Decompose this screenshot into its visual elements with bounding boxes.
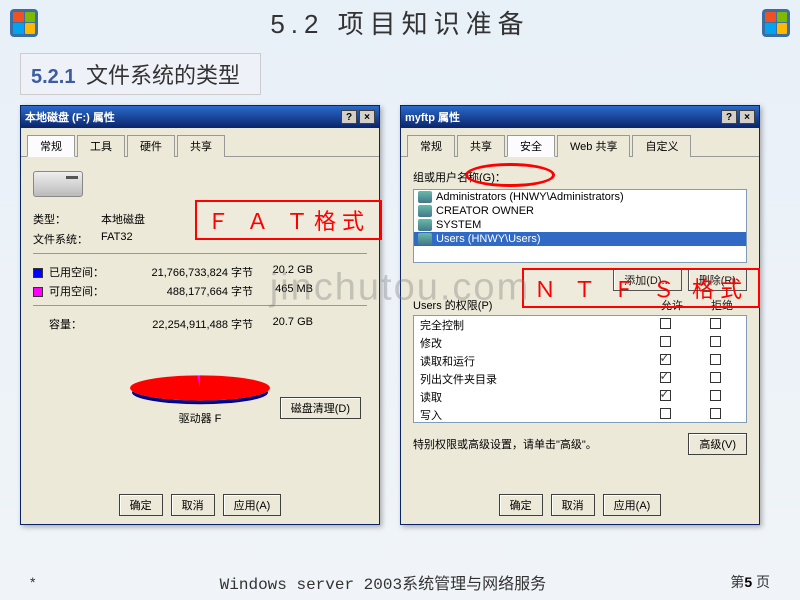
dialog-footer: 确定 取消 应用(A) [21, 494, 379, 516]
list-item: Users (HNWY\Users) [414, 232, 746, 246]
free-bytes: 488,177,664 字节 [113, 283, 253, 299]
perm-row: 列出文件夹目录 [414, 370, 746, 388]
deny-checkbox[interactable] [710, 372, 721, 383]
page-indicator: 第5 页 [730, 572, 770, 592]
capacity-label: 容量： [33, 316, 113, 332]
add-button[interactable]: 添加(D)... [613, 269, 681, 291]
tab-general[interactable]: 常规 [27, 135, 75, 157]
harddisk-icon [33, 171, 83, 197]
allow-checkbox[interactable] [660, 408, 671, 419]
remove-button[interactable]: 删除(R) [688, 269, 747, 291]
tabstrip: 常规 共享 安全 Web 共享 自定义 [401, 128, 759, 157]
cancel-button[interactable]: 取消 [171, 494, 215, 516]
windows-logo-icon [762, 9, 790, 37]
disk-cleanup-button[interactable]: 磁盘清理(D) [280, 397, 361, 419]
perm-row: 读取和运行 [414, 352, 746, 370]
groups-listbox[interactable]: Administrators (HNWY\Administrators) CRE… [413, 189, 747, 263]
group-icon [418, 191, 432, 203]
close-button[interactable]: × [739, 110, 755, 124]
type-value: 本地磁盘 [101, 211, 145, 227]
advanced-text: 特别权限或高级设置，请单击"高级"。 [413, 436, 682, 452]
dialog-body: 类型：本地磁盘 文件系统：FAT32 已用空间： 21,766,733,824 字… [21, 157, 379, 515]
slide-title: 5.2 项目知识准备 [38, 4, 762, 41]
groups-label: 组或用户名称(G)： [413, 169, 747, 185]
allow-checkbox[interactable] [660, 336, 671, 347]
folder-properties-dialog: myftp 属性 ? × 常规 共享 安全 Web 共享 自定义 组或用户名称(… [400, 105, 760, 525]
permissions-list[interactable]: 完全控制 修改 读取和运行 列出文件夹目录 读取 写入 特别的权限 [413, 315, 747, 423]
free-label: 可用空间： [49, 286, 104, 298]
apply-button[interactable]: 应用(A) [223, 494, 282, 516]
used-hr: 20.2 GB [253, 264, 313, 280]
filesystem-label: 文件系统： [33, 231, 101, 247]
used-color-icon [33, 268, 43, 278]
titlebar[interactable]: myftp 属性 ? × [401, 106, 759, 128]
capacity-bytes: 22,254,911,488 字节 [113, 316, 253, 332]
windows-logo-icon [10, 9, 38, 37]
tab-custom[interactable]: 自定义 [632, 135, 691, 157]
tabstrip: 常规 工具 硬件 共享 [21, 128, 379, 157]
footer-center: Windows server 2003系统管理与网络服务 [35, 570, 730, 594]
disk-properties-dialog: 本地磁盘 (F:) 属性 ? × 常规 工具 硬件 共享 类型：本地磁盘 文件系… [20, 105, 380, 525]
tab-general[interactable]: 常规 [407, 135, 455, 157]
help-button[interactable]: ? [341, 110, 357, 124]
deny-header: 拒绝 [697, 297, 747, 313]
tab-websharing[interactable]: Web 共享 [557, 135, 630, 157]
allow-checkbox[interactable] [660, 318, 671, 329]
tab-sharing[interactable]: 共享 [177, 135, 225, 157]
filesystem-value: FAT32 [101, 231, 133, 247]
slide-header: 5.2 项目知识准备 [0, 0, 800, 45]
tab-hardware[interactable]: 硬件 [127, 135, 175, 157]
group-icon [418, 205, 432, 217]
help-button[interactable]: ? [721, 110, 737, 124]
group-icon [418, 219, 432, 231]
free-hr: 465 MB [253, 283, 313, 299]
free-color-icon [33, 287, 43, 297]
section-number: 5.2.1 [31, 66, 75, 88]
used-bytes: 21,766,733,824 字节 [113, 264, 253, 280]
deny-checkbox[interactable] [710, 390, 721, 401]
allow-checkbox[interactable] [660, 372, 671, 383]
section-text: 文件系统的类型 [86, 63, 240, 88]
tab-sharing[interactable]: 共享 [457, 135, 505, 157]
perm-row: 读取 [414, 388, 746, 406]
dialog-title: myftp 属性 [405, 109, 719, 125]
slide-footer: * Windows server 2003系统管理与网络服务 第5 页 [0, 570, 800, 594]
perm-row: 修改 [414, 334, 746, 352]
used-label: 已用空间： [49, 267, 104, 279]
dialog-title: 本地磁盘 (F:) 属性 [25, 109, 339, 125]
type-label: 类型： [33, 211, 101, 227]
group-icon [418, 233, 432, 245]
deny-checkbox[interactable] [710, 354, 721, 365]
section-header: 5.2.1 文件系统的类型 [20, 53, 261, 95]
deny-checkbox[interactable] [710, 336, 721, 347]
permissions-label: Users 的权限(P) [413, 297, 647, 313]
titlebar[interactable]: 本地磁盘 (F:) 属性 ? × [21, 106, 379, 128]
list-item: Administrators (HNWY\Administrators) [414, 190, 746, 204]
dialog-body: 组或用户名称(G)： Administrators (HNWY\Administ… [401, 157, 759, 515]
allow-header: 允许 [647, 297, 697, 313]
allow-checkbox[interactable] [660, 354, 671, 365]
tab-tools[interactable]: 工具 [77, 135, 125, 157]
dialog-footer: 确定 取消 应用(A) [401, 494, 759, 516]
close-button[interactable]: × [359, 110, 375, 124]
apply-button[interactable]: 应用(A) [603, 494, 662, 516]
deny-checkbox[interactable] [710, 408, 721, 419]
capacity-hr: 20.7 GB [253, 316, 313, 332]
deny-checkbox[interactable] [710, 318, 721, 329]
perm-row: 完全控制 [414, 316, 746, 334]
list-item: SYSTEM [414, 218, 746, 232]
ok-button[interactable]: 确定 [119, 494, 163, 516]
tab-security[interactable]: 安全 [507, 135, 555, 157]
pie-chart-icon [130, 375, 270, 400]
allow-checkbox[interactable] [660, 390, 671, 401]
list-item: CREATOR OWNER [414, 204, 746, 218]
perm-row: 写入 [414, 406, 746, 423]
ok-button[interactable]: 确定 [499, 494, 543, 516]
advanced-button[interactable]: 高级(V) [688, 433, 747, 455]
cancel-button[interactable]: 取消 [551, 494, 595, 516]
